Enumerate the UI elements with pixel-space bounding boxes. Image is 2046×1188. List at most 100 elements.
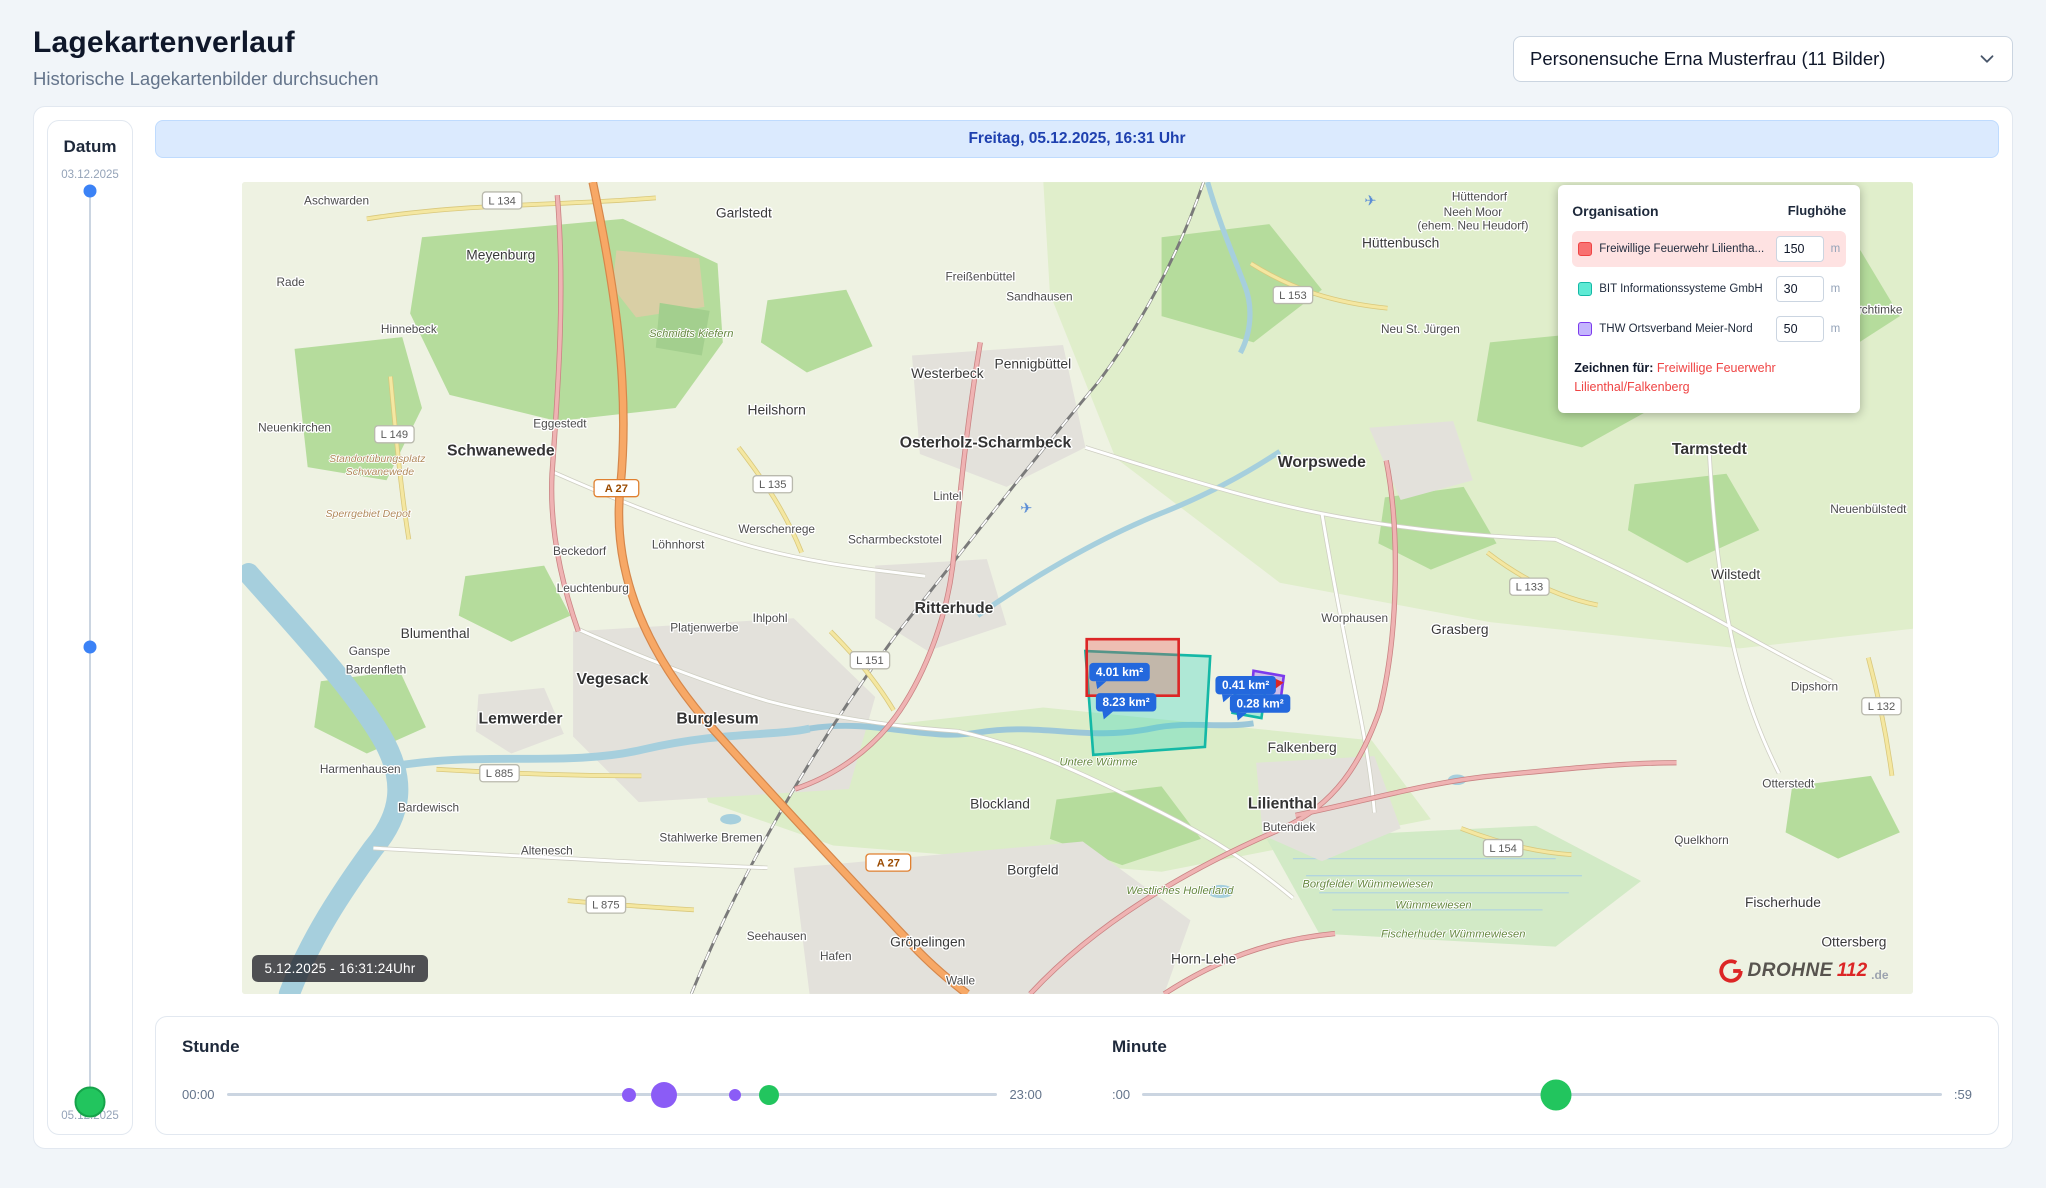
map-place-label: Löhnhorst bbox=[651, 538, 704, 552]
svg-text:L 154: L 154 bbox=[1489, 843, 1517, 855]
road-ref-badge: L 132 bbox=[1861, 698, 1900, 715]
map-place-label: Neeh Moor bbox=[1443, 205, 1502, 219]
legend-altitude-header: Flughöhe bbox=[1788, 203, 1847, 219]
map[interactable]: ✈✈ SchwanewedeOsterholz-ScharmbeckRitter… bbox=[242, 182, 1913, 994]
legend-row[interactable]: Freiwillige Feuerwehr Lilientha...m bbox=[1572, 231, 1846, 267]
legend-row[interactable]: BIT Informationssysteme GmbHm bbox=[1572, 271, 1846, 307]
road-ref-badge: L 885 bbox=[479, 765, 518, 782]
svg-text:L 133: L 133 bbox=[1515, 582, 1543, 594]
map-place-label: Worpswede bbox=[1277, 454, 1365, 471]
map-place-label: Standortübungsplatz bbox=[329, 453, 426, 465]
minute-slider-min: :00 bbox=[1112, 1087, 1130, 1102]
road-ref-badge: L 154 bbox=[1483, 840, 1522, 857]
map-place-label: Vegesack bbox=[576, 671, 648, 688]
map-place-label: (ehem. Neu Heudorf) bbox=[1417, 218, 1528, 232]
org-color-swatch bbox=[1578, 242, 1592, 256]
org-name: BIT Informationssysteme GmbH bbox=[1599, 283, 1768, 295]
map-place-label: Rade bbox=[276, 275, 305, 289]
minute-slider-max: :59 bbox=[1954, 1087, 1972, 1102]
svg-text:8.23 km²: 8.23 km² bbox=[1102, 695, 1149, 709]
map-place-label: Hafen bbox=[820, 949, 852, 963]
map-place-label: Osterholz-Scharmbeck bbox=[899, 434, 1071, 451]
svg-text:L 149: L 149 bbox=[380, 429, 408, 441]
legend-rows: Freiwillige Feuerwehr Lilientha...mBIT I… bbox=[1572, 231, 1846, 347]
org-name: THW Ortsverband Meier-Nord bbox=[1599, 323, 1768, 335]
map-place-label: Garlstedt bbox=[715, 206, 771, 221]
page-header: Lagekartenverlauf Historische Lagekarten… bbox=[0, 0, 2046, 90]
road-ref-badge: L 149 bbox=[374, 426, 413, 443]
slider-handle[interactable] bbox=[729, 1089, 741, 1101]
map-place-label: Werschenrege bbox=[738, 522, 815, 536]
altitude-unit: m bbox=[1831, 323, 1841, 335]
map-place-label: Ihlpohl bbox=[752, 611, 787, 625]
minute-slider-track[interactable] bbox=[1142, 1093, 1942, 1096]
slider-handle[interactable] bbox=[759, 1085, 779, 1105]
chevron-down-icon bbox=[1976, 48, 1998, 70]
airfield-icon: ✈ bbox=[1020, 501, 1032, 517]
datetime-banner: Freitag, 05.12.2025, 16:31 Uhr bbox=[155, 120, 1999, 158]
map-place-label: Schmidts Kiefern bbox=[649, 328, 733, 340]
timeline-point[interactable] bbox=[75, 1087, 106, 1118]
map-place-label: Neuenkirchen bbox=[258, 421, 331, 435]
legend-org-header: Organisation bbox=[1572, 203, 1658, 219]
svg-text:L 153: L 153 bbox=[1279, 290, 1307, 302]
slider-handle[interactable] bbox=[651, 1082, 677, 1108]
map-place-label: Beckedorf bbox=[553, 544, 607, 558]
slider-handle[interactable] bbox=[622, 1088, 636, 1102]
timeline-track[interactable] bbox=[89, 191, 92, 1102]
map-place-label: Seehausen bbox=[746, 929, 806, 943]
svg-text:L 875: L 875 bbox=[592, 900, 620, 912]
map-place-label: Falkenberg bbox=[1267, 740, 1336, 755]
timeline-point[interactable] bbox=[84, 185, 97, 198]
hour-slider-track[interactable] bbox=[227, 1093, 998, 1096]
road-ref-badge: L 875 bbox=[586, 896, 625, 913]
map-place-label: Wilstedt bbox=[1711, 567, 1760, 582]
map-place-label: Butendiek bbox=[1262, 820, 1315, 834]
organization-legend-panel: Organisation Flughöhe Freiwillige Feuerw… bbox=[1558, 185, 1860, 413]
logo-text-drohne: DROHNE bbox=[1748, 960, 1833, 982]
map-place-label: Otterstedt bbox=[1762, 777, 1815, 791]
map-place-label: Sperrgebiet Depot bbox=[325, 508, 411, 520]
map-place-label: Horn-Lehe bbox=[1171, 952, 1236, 967]
org-name: Freiwillige Feuerwehr Lilientha... bbox=[1599, 243, 1768, 255]
map-place-label: Walle bbox=[946, 974, 976, 988]
map-place-label: Harmenhausen bbox=[319, 762, 400, 776]
legend-row[interactable]: THW Ortsverband Meier-Nord m bbox=[1572, 311, 1846, 347]
svg-text:0.41 km²: 0.41 km² bbox=[1222, 678, 1269, 692]
map-place-label: Heilshorn bbox=[747, 403, 805, 418]
map-place-label: Lilienthal bbox=[1247, 796, 1316, 813]
altitude-input[interactable] bbox=[1776, 236, 1824, 262]
map-place-label: Fischerhude bbox=[1745, 895, 1821, 910]
mission-select[interactable]: Personensuche Erna Musterfrau (11 Bilder… bbox=[1513, 36, 2013, 82]
map-place-label: Lemwerder bbox=[478, 710, 562, 727]
road-ref-badge: L 133 bbox=[1509, 578, 1548, 595]
map-place-label: Blumenthal bbox=[400, 626, 469, 641]
road-ref-badge: L 151 bbox=[850, 652, 889, 669]
drohne112-logo: DROHNE112.de bbox=[1718, 958, 1889, 984]
legend-draw-for: Zeichnen für: Freiwillige Feuerwehr Lili… bbox=[1572, 359, 1846, 397]
map-place-label: Eggestedt bbox=[533, 417, 587, 431]
map-place-label: Sandhausen bbox=[1006, 289, 1072, 303]
date-timeline-card: Datum 03.12.2025 05.12.2025 bbox=[47, 120, 133, 1135]
mission-select-value: Personensuche Erna Musterfrau (11 Bilder… bbox=[1530, 48, 1885, 70]
map-place-label: Worphausen bbox=[1321, 611, 1388, 625]
page-title: Lagekartenverlauf bbox=[33, 26, 379, 60]
drohne112-logo-icon bbox=[1718, 958, 1744, 984]
timeline-point[interactable] bbox=[84, 640, 97, 653]
minute-slider-block: Minute :00 :59 bbox=[1112, 1037, 1972, 1108]
map-place-label: Grasberg bbox=[1431, 622, 1488, 637]
road-ref-badge: A 27 bbox=[594, 480, 639, 497]
altitude-input[interactable] bbox=[1776, 316, 1824, 342]
map-place-label: Platjenwerbe bbox=[670, 620, 739, 634]
map-place-label: Gröpelingen bbox=[890, 935, 965, 950]
map-place-label: Tarmstedt bbox=[1671, 441, 1747, 458]
map-place-label: Quelkhorn bbox=[1674, 833, 1729, 847]
svg-text:A 27: A 27 bbox=[876, 857, 899, 869]
altitude-input[interactable] bbox=[1776, 276, 1824, 302]
map-place-label: Freißenbüttel bbox=[945, 270, 1015, 284]
road-ref-badge: A 27 bbox=[865, 854, 910, 871]
main-card: Datum 03.12.2025 05.12.2025 Freitag, 05.… bbox=[33, 106, 2013, 1149]
svg-text:4.01 km²: 4.01 km² bbox=[1095, 665, 1142, 679]
hour-slider-block: Stunde 00:00 23:00 bbox=[182, 1037, 1042, 1108]
slider-handle[interactable] bbox=[1540, 1079, 1571, 1110]
